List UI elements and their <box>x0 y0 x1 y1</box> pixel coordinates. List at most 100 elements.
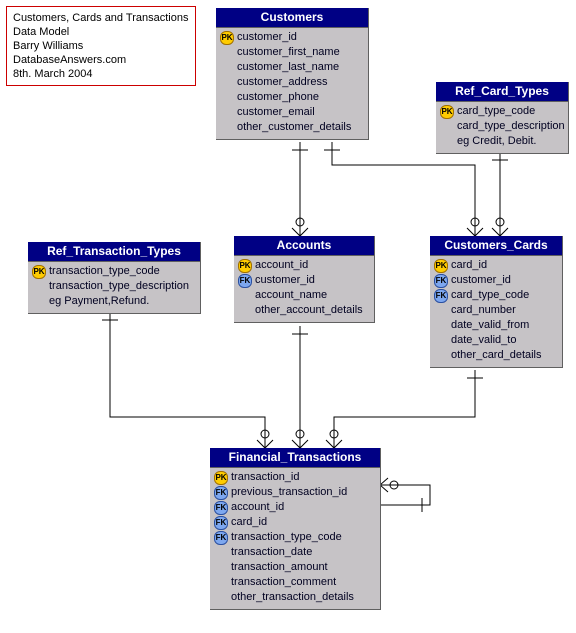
entity-body: PKcard_idFKcustomer_idFKcard_type_codeca… <box>430 256 562 367</box>
column-name: customer_id <box>451 273 558 288</box>
column-row: transaction_type_description <box>32 279 196 294</box>
fk-icon: FK <box>434 290 448 302</box>
column-name: customer_id <box>255 273 370 288</box>
column-name: transaction_amount <box>231 560 376 575</box>
entity-body: PKtransaction_idFKprevious_transaction_i… <box>210 468 380 609</box>
column-row: transaction_amount <box>214 560 376 575</box>
column-name: card_id <box>231 515 376 530</box>
column-row: FKprevious_transaction_id <box>214 485 376 500</box>
column-name: date_valid_from <box>451 318 558 333</box>
column-row: account_name <box>238 288 370 303</box>
pk-icon: PK <box>214 472 228 484</box>
key-spacer <box>32 281 46 293</box>
column-name: eg Credit, Debit. <box>457 134 564 149</box>
key-spacer <box>214 562 228 574</box>
column-name: card_type_code <box>451 288 558 303</box>
entity-customers-cards: Customers_Cards PKcard_idFKcustomer_idFK… <box>430 236 563 368</box>
entity-ref-card-types: Ref_Card_Types PKcard_type_codecard_type… <box>436 82 569 154</box>
column-row: other_account_details <box>238 303 370 318</box>
key-spacer <box>238 305 252 317</box>
fk-icon: FK <box>214 517 228 529</box>
column-row: date_valid_to <box>434 333 558 348</box>
key-spacer <box>434 335 448 347</box>
column-row: FKtransaction_type_code <box>214 530 376 545</box>
column-name: transaction_id <box>231 470 376 485</box>
column-name: customer_id <box>237 30 364 45</box>
column-name: card_id <box>451 258 558 273</box>
entity-header: Ref_Transaction_Types <box>28 242 200 262</box>
column-name: eg Payment,Refund. <box>49 294 196 309</box>
column-name: date_valid_to <box>451 333 558 348</box>
entity-header: Accounts <box>234 236 374 256</box>
entity-header: Financial_Transactions <box>210 448 380 468</box>
key-spacer <box>220 77 234 89</box>
entity-header: Customers_Cards <box>430 236 562 256</box>
title-line: Customers, Cards and Transactions <box>13 11 189 25</box>
key-spacer <box>32 296 46 308</box>
column-name: card_type_code <box>457 104 564 119</box>
column-name: customer_address <box>237 75 364 90</box>
entity-body: PKtransaction_type_codetransaction_type_… <box>28 262 200 313</box>
key-spacer <box>238 290 252 302</box>
pk-icon: PK <box>220 32 234 44</box>
column-name: previous_transaction_id <box>231 485 376 500</box>
column-name: customer_email <box>237 105 364 120</box>
column-row: eg Payment,Refund. <box>32 294 196 309</box>
column-name: account_name <box>255 288 370 303</box>
column-name: account_id <box>231 500 376 515</box>
entity-body: PKcard_type_codecard_type_descriptioneg … <box>436 102 568 153</box>
column-name: other_card_details <box>451 348 558 363</box>
pk-icon: PK <box>440 106 454 118</box>
column-name: other_account_details <box>255 303 370 318</box>
column-name: card_number <box>451 303 558 318</box>
fk-icon: FK <box>214 532 228 544</box>
fk-icon: FK <box>238 275 252 287</box>
key-spacer <box>220 47 234 59</box>
key-spacer <box>214 592 228 604</box>
entity-accounts: Accounts PKaccount_idFKcustomer_idaccoun… <box>234 236 375 323</box>
column-row: customer_first_name <box>220 45 364 60</box>
column-row: FKaccount_id <box>214 500 376 515</box>
column-name: customer_last_name <box>237 60 364 75</box>
column-name: transaction_type_code <box>49 264 196 279</box>
column-name: transaction_type_code <box>231 530 376 545</box>
column-row: PKcard_type_code <box>440 104 564 119</box>
column-row: PKaccount_id <box>238 258 370 273</box>
key-spacer <box>220 92 234 104</box>
column-row: FKcustomer_id <box>434 273 558 288</box>
entity-header: Customers <box>216 8 368 28</box>
fk-icon: FK <box>434 275 448 287</box>
column-row: customer_address <box>220 75 364 90</box>
title-line: Barry Williams <box>13 39 189 53</box>
column-row: other_customer_details <box>220 120 364 135</box>
column-row: eg Credit, Debit. <box>440 134 564 149</box>
column-name: card_type_description <box>457 119 565 134</box>
column-name: transaction_type_description <box>49 279 196 294</box>
column-row: other_card_details <box>434 348 558 363</box>
pk-icon: PK <box>238 260 252 272</box>
column-row: PKcard_id <box>434 258 558 273</box>
key-spacer <box>440 121 454 133</box>
column-row: customer_last_name <box>220 60 364 75</box>
column-row: card_number <box>434 303 558 318</box>
title-line: Data Model <box>13 25 189 39</box>
column-row: FKcustomer_id <box>238 273 370 288</box>
column-name: customer_phone <box>237 90 364 105</box>
title-box: Customers, Cards and Transactions Data M… <box>6 6 196 86</box>
key-spacer <box>220 107 234 119</box>
title-line: 8th. March 2004 <box>13 67 189 81</box>
column-name: other_transaction_details <box>231 590 376 605</box>
pk-icon: PK <box>32 266 46 278</box>
fk-icon: FK <box>214 487 228 499</box>
column-name: other_customer_details <box>237 120 364 135</box>
key-spacer <box>440 136 454 148</box>
column-row: customer_email <box>220 105 364 120</box>
erd-canvas: Customers, Cards and Transactions Data M… <box>0 0 576 633</box>
column-row: FKcard_id <box>214 515 376 530</box>
column-row: FKcard_type_code <box>434 288 558 303</box>
column-row: customer_phone <box>220 90 364 105</box>
column-name: customer_first_name <box>237 45 364 60</box>
column-row: date_valid_from <box>434 318 558 333</box>
key-spacer <box>434 305 448 317</box>
column-row: PKcustomer_id <box>220 30 364 45</box>
